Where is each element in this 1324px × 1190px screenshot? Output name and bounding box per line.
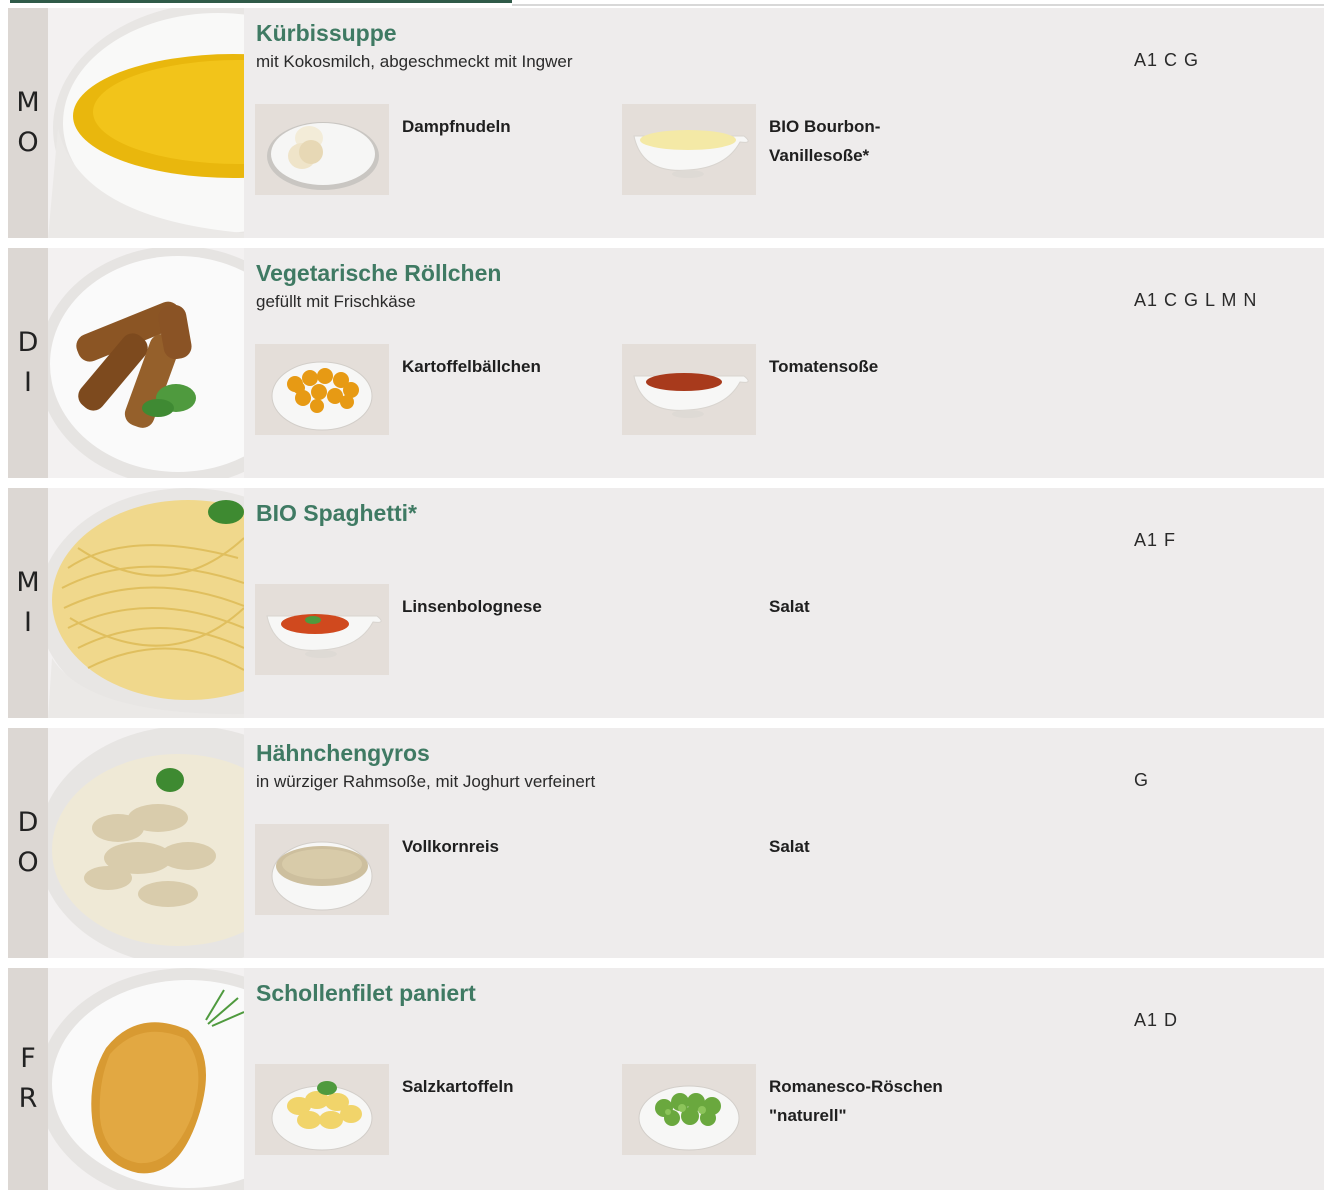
side-dish-label: Kartoffelbällchen xyxy=(402,357,541,376)
day-letter: M xyxy=(16,567,40,598)
day-label: F R xyxy=(8,968,48,1190)
pumpkin-soup-icon xyxy=(48,8,244,238)
side-dish-label-line: "naturell" xyxy=(769,1106,847,1125)
header-divider xyxy=(512,4,1324,6)
day-letter: R xyxy=(18,1083,38,1114)
day-row-thursday: D O Hähnchengyros in würziger Rahmsoße, … xyxy=(8,728,1324,958)
side-dish-label: Dampfnudeln xyxy=(402,117,511,136)
day-letter: O xyxy=(17,847,39,878)
dish-title: Schollenfilet paniert xyxy=(256,980,476,1006)
day-row-monday: M O Kürbissuppe mit Kokosmilch, abgeschm… xyxy=(8,8,1324,238)
dish-title: Vegetarische Röllchen xyxy=(256,260,502,286)
side-dish-label-line: Romanesco-Röschen xyxy=(769,1077,943,1096)
tomato-sauce-boat-icon xyxy=(622,344,756,435)
potato-balls-icon xyxy=(255,344,389,435)
day-letter: O xyxy=(17,127,39,158)
dish-title: BIO Spaghetti* xyxy=(256,500,418,526)
side-dish-label-line: Vanillesoße* xyxy=(769,146,870,165)
side-dish-label: Salat xyxy=(769,597,810,616)
side-dish-label: Salzkartoffeln xyxy=(402,1077,514,1096)
allergen-codes: G xyxy=(1134,770,1150,790)
day-letter: D xyxy=(17,807,39,838)
side-dish-label-line: BIO Bourbon- xyxy=(769,117,881,136)
dumplings-icon xyxy=(255,104,389,195)
side-dish-label: Salat xyxy=(769,837,810,856)
dish-title: Hähnchengyros xyxy=(256,740,430,766)
dish-description: gefüllt mit Frischkäse xyxy=(256,292,416,311)
header-accent-bar xyxy=(10,0,512,3)
brown-rice-icon xyxy=(255,824,389,915)
allergen-codes: A1 C G xyxy=(1134,50,1200,70)
day-label: M O xyxy=(8,8,48,238)
vegetable-rolls-icon xyxy=(48,248,244,478)
allergen-codes: A1 D xyxy=(1134,1010,1179,1030)
day-letter: M xyxy=(16,87,40,118)
day-label: D O xyxy=(8,728,48,958)
day-row-tuesday: D I Vegetarische Röllchen gefüllt mit Fr… xyxy=(8,248,1324,478)
side-dish-label: Tomatensoße xyxy=(769,357,879,376)
side-dish-label: Vollkornreis xyxy=(402,837,499,856)
day-letter: I xyxy=(24,367,32,398)
vanilla-sauce-boat-icon xyxy=(622,104,756,195)
dish-title: Kürbissuppe xyxy=(256,20,397,46)
chicken-gyros-icon xyxy=(48,728,244,958)
side-dish-label: BIO Bourbon- Vanillesoße* xyxy=(769,112,969,170)
day-letter: F xyxy=(20,1043,36,1074)
breaded-plaice-icon xyxy=(48,968,244,1190)
day-letter: D xyxy=(17,327,39,358)
romanesco-icon xyxy=(622,1064,756,1155)
allergen-codes: A1 F xyxy=(1134,530,1177,550)
side-dish-label: Romanesco-Röschen "naturell" xyxy=(769,1072,969,1130)
dish-description: mit Kokosmilch, abgeschmeckt mit Ingwer xyxy=(256,52,573,71)
day-row-friday: F R Schollenfilet paniert A1 D Salzkarto… xyxy=(8,968,1324,1190)
spaghetti-icon xyxy=(48,488,244,718)
day-row-wednesday: M I BIO Spaghetti* A1 F Linsenbolognese … xyxy=(8,488,1324,718)
dish-description: in würziger Rahmsoße, mit Joghurt verfei… xyxy=(256,772,596,791)
allergen-codes: A1 C G L M N xyxy=(1134,290,1258,310)
lentil-bolognese-icon xyxy=(255,584,389,675)
side-dish-label: Linsenbolognese xyxy=(402,597,542,616)
day-letter: I xyxy=(24,607,32,638)
day-label: M I xyxy=(8,488,48,718)
boiled-potatoes-icon xyxy=(255,1064,389,1155)
day-label: D I xyxy=(8,248,48,478)
